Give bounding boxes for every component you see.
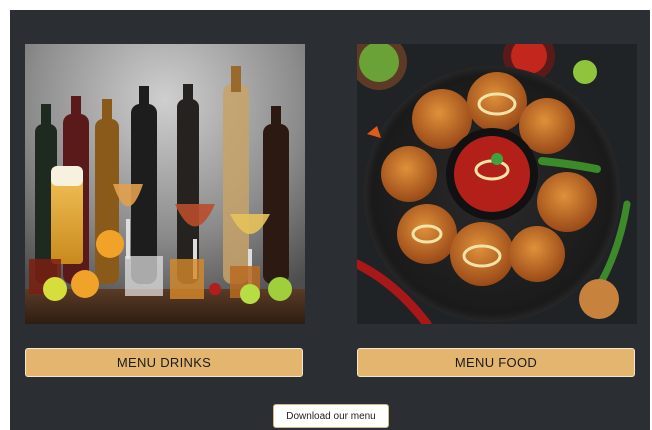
menu-drinks-button[interactable]: MENU DRINKS (25, 348, 303, 377)
download-menu-button[interactable]: Download our menu (273, 404, 389, 428)
menu-food-button[interactable]: MENU FOOD (357, 348, 635, 377)
menu-panel: MENU DRINKS MENU FOOD Download our menu (10, 10, 650, 430)
food-photo (357, 44, 637, 324)
drinks-photo (25, 44, 305, 324)
